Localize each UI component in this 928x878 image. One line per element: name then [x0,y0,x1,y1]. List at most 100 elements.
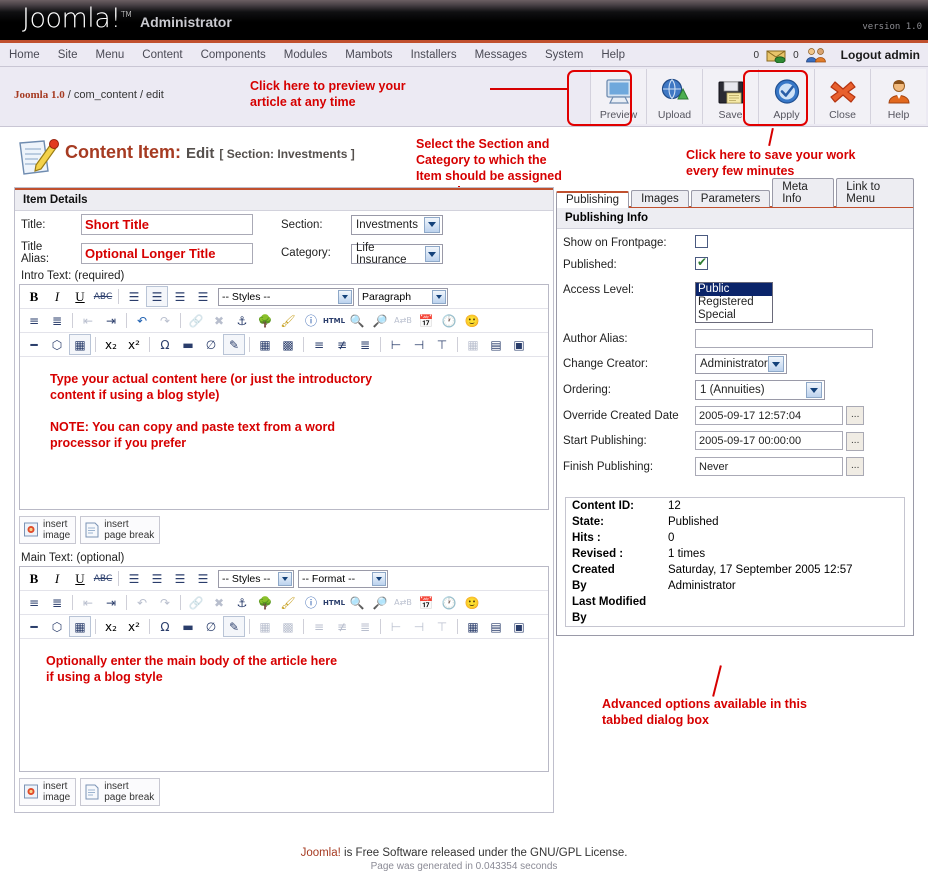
chevron-down-icon[interactable] [424,216,440,233]
unordered-list-icon[interactable]: ≡ [23,592,45,613]
access-level-option-public[interactable]: Public [696,283,772,296]
toolbar-upload-button[interactable]: Upload [646,69,702,124]
align-left-icon[interactable]: ☰ [123,286,145,307]
align-right-icon[interactable]: ☰ [169,568,191,589]
cleanup-icon[interactable]: 🖌 [277,310,299,331]
menu-item-modules[interactable]: Modules [275,43,336,67]
align-center-icon[interactable]: ☰ [146,568,168,589]
delete-col-icon[interactable]: ⊤ [431,616,453,637]
remove-format-icon[interactable]: ⬡ [46,334,68,355]
section-select[interactable]: Investments [351,214,443,235]
delete-row-icon[interactable]: ≣ [354,616,376,637]
indent-icon[interactable]: ⇥ [100,310,122,331]
chevron-down-icon[interactable] [338,289,352,304]
insert-col-before-icon[interactable]: ⊢ [385,616,407,637]
chevron-down-icon[interactable] [278,571,292,586]
unlink-icon[interactable]: ✖ [208,592,230,613]
format-select[interactable]: -- Format -- [298,569,388,588]
change-creator-select[interactable]: Administrator [695,354,787,374]
toolbar-help-button[interactable]: Help [870,69,926,124]
insert-row-before-icon[interactable]: ≡ [308,616,330,637]
preview-icon[interactable]: 🔍 [346,310,368,331]
underline-icon[interactable]: U [69,568,91,589]
horizontal-rule-icon[interactable]: ━ [23,334,45,355]
insert-time-icon[interactable]: 🕐 [438,310,460,331]
author-alias-input[interactable] [695,329,873,348]
html-icon[interactable]: HTML [323,592,345,613]
chevron-down-icon[interactable] [768,356,784,372]
category-select[interactable]: Life Insurance [351,242,443,266]
toggle-borders-icon[interactable]: ▦ [69,334,91,355]
finish-publishing-calendar-button[interactable]: ... [846,457,865,477]
show-on-frontpage-checkbox[interactable] [695,235,708,248]
bold-icon[interactable]: B [23,286,45,307]
superscript-icon[interactable]: x² [123,616,145,637]
start-publishing-calendar-button[interactable]: ... [846,431,865,451]
subscript-icon[interactable]: x₂ [100,616,122,637]
chevron-down-icon[interactable] [432,289,446,304]
title-input[interactable]: Short Title [81,214,253,235]
ordered-list-icon[interactable]: ≣ [46,310,68,331]
table-props-icon[interactable]: ▩ [277,334,299,355]
search-icon[interactable]: 🔎 [369,592,391,613]
edit-css-icon[interactable]: ✎ [223,616,245,637]
paragraph-select[interactable]: Paragraph [358,287,448,306]
access-level-listbox[interactable]: Public Registered Special [695,282,773,323]
align-center-icon[interactable]: ☰ [146,286,168,307]
fullscreen-icon[interactable]: ▣ [508,334,530,355]
insert-date-icon[interactable]: 📅 [415,310,437,331]
published-checkbox[interactable] [695,255,708,270]
bold-icon[interactable]: B [23,568,45,589]
align-right-icon[interactable]: ☰ [169,286,191,307]
align-justify-icon[interactable]: ☰ [192,568,214,589]
visual-aid-icon[interactable]: ∅ [200,334,222,355]
indent-icon[interactable]: ⇥ [100,592,122,613]
footer-brand[interactable]: Joomla! [301,847,341,859]
chevron-down-icon[interactable] [424,246,440,262]
emoticon-icon[interactable]: 🙂 [461,592,483,613]
subscript-icon[interactable]: x₂ [100,334,122,355]
special-char-icon[interactable]: Ω [154,334,176,355]
menu-item-system[interactable]: System [536,43,592,67]
insert-time-icon[interactable]: 🕐 [438,592,460,613]
mail-icon[interactable] [765,47,787,64]
replace-icon[interactable]: A⇄B [392,592,414,613]
insert-table-icon[interactable]: ▦ [254,616,276,637]
help-icon[interactable]: ⓘ [300,592,322,613]
access-level-option-registered[interactable]: Registered [696,296,772,309]
italic-icon[interactable]: I [46,568,68,589]
menu-item-mambots[interactable]: Mambots [336,43,401,67]
tab-meta-info[interactable]: Meta Info [772,178,835,207]
styles-select[interactable]: -- Styles -- [218,287,354,306]
image-icon[interactable]: 🌳 [254,310,276,331]
toolbar-apply-button[interactable]: Apply [758,69,814,124]
underline-icon[interactable]: U [69,286,91,307]
html-icon[interactable]: HTML [323,310,345,331]
anchor-icon[interactable]: ⚓ [231,592,253,613]
insert-col-before-icon[interactable]: ⊢ [385,334,407,355]
undo-icon[interactable]: ↶ [131,592,153,613]
anchor-icon[interactable]: ⚓ [231,310,253,331]
styles-select[interactable]: -- Styles -- [218,569,294,588]
insert-page-break-button[interactable]: insert page break [80,778,161,806]
horizontal-rule-icon[interactable]: ━ [23,616,45,637]
fullscreen-icon[interactable]: ▣ [508,616,530,637]
menu-item-content[interactable]: Content [133,43,191,67]
toolbar-save-button[interactable]: Save [702,69,758,124]
tab-parameters[interactable]: Parameters [690,190,771,207]
insert-col-after-icon[interactable]: ⊣ [408,616,430,637]
strikethrough-icon[interactable]: ABC [92,568,114,589]
special-char-icon[interactable]: Ω [154,616,176,637]
delete-row-icon[interactable]: ≣ [354,334,376,355]
access-level-option-special[interactable]: Special [696,309,772,322]
menu-item-home[interactable]: Home [0,43,49,67]
search-icon[interactable]: 🔎 [369,310,391,331]
cleanup-icon[interactable]: 🖌 [277,592,299,613]
superscript-icon[interactable]: x² [123,334,145,355]
remove-format-icon[interactable]: ⬡ [46,616,68,637]
nonbreaking-icon[interactable]: ▬ [177,616,199,637]
insert-page-break-button[interactable]: insert page break [80,516,161,544]
title-alias-input[interactable]: Optional Longer Title [81,242,253,264]
align-left-icon[interactable]: ☰ [123,568,145,589]
tab-link-to-menu[interactable]: Link to Menu [836,178,914,207]
